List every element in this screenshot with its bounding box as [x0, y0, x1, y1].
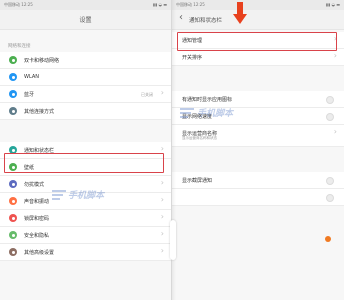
- toggle-switch[interactable]: [326, 96, 334, 104]
- section-label: 网络和连接: [8, 44, 31, 49]
- chevron-right-icon: ›: [160, 212, 164, 221]
- chevron-right-icon: ›: [333, 127, 337, 136]
- settings-item-label: 其他高级设置: [24, 250, 55, 256]
- chevron-right-icon: ›: [160, 144, 164, 153]
- chevron-right-icon: ›: [160, 195, 164, 204]
- menu-item-label: 有通知时显示应用图标: [182, 97, 233, 103]
- settings-item-bluetooth[interactable]: 蓝牙 已关闭 ›: [0, 86, 171, 103]
- back-arrow-icon[interactable]: ‹: [179, 13, 183, 23]
- more-connections-icon: [9, 107, 17, 115]
- title-bar: 设置: [0, 10, 171, 30]
- indicator-dot: [325, 236, 331, 242]
- chevron-right-icon: ›: [160, 246, 164, 255]
- wifi-icon: [9, 73, 17, 81]
- status-carrier: 中国移动 12:25: [4, 2, 33, 7]
- menu-item-label: 开关排序: [182, 55, 203, 61]
- chevron-right-icon: ›: [333, 51, 337, 60]
- menu-item-blank[interactable]: [172, 189, 344, 206]
- watermark-logo: [180, 108, 194, 120]
- arrow-down-icon: [233, 2, 247, 26]
- bluetooth-status: 已关闭: [141, 91, 153, 97]
- bluetooth-icon: [9, 90, 17, 98]
- sound-icon: [9, 197, 17, 205]
- status-icons: ▮▮ ◒ ▬: [152, 2, 167, 7]
- toggle-switch[interactable]: [326, 177, 334, 185]
- toggle-switch[interactable]: [326, 194, 334, 202]
- settings-item-label: 声音和振动: [24, 199, 50, 205]
- menu-item-carrier-name[interactable]: 显示运营商名称 显示运营商名称和状态 ›: [172, 125, 344, 147]
- security-icon: [9, 231, 17, 239]
- status-carrier: 中国移动 12:25: [176, 2, 205, 7]
- sim-card-icon: [9, 56, 17, 64]
- status-bar: 中国移动 12:25 ▮▮ ◒ ▬: [0, 0, 171, 10]
- chevron-right-icon: ›: [160, 88, 164, 97]
- advanced-settings-icon: [9, 248, 17, 256]
- chevron-right-icon: ›: [160, 229, 164, 238]
- title-bar: ‹ 通知和状态栏: [172, 10, 344, 30]
- menu-item-toggle-order[interactable]: 开关排序 ›: [172, 49, 344, 66]
- highlight-notifications-row: [4, 153, 164, 173]
- settings-item-other-connections[interactable]: 其他连接方式: [0, 103, 171, 120]
- settings-item-label: 勿扰模式: [24, 182, 45, 188]
- menu-item-screenshot-notification[interactable]: 显示截屏通知: [172, 172, 344, 189]
- chevron-right-icon: ›: [160, 178, 164, 187]
- lock-icon: [9, 214, 17, 222]
- settings-item-label: 锁屏和密码: [24, 216, 50, 222]
- settings-item-wlan[interactable]: WLAN: [0, 69, 171, 86]
- section-label: [172, 162, 344, 172]
- settings-item-advanced[interactable]: 其他高级设置 ›: [0, 244, 171, 261]
- status-bar: 中国移动 12:25 ▮▮ ◒ ▬: [172, 0, 344, 10]
- settings-screen: 中国移动 12:25 ▮▮ ◒ ▬ 设置 网络和连接 双卡和移动网络 WLAN …: [0, 0, 172, 300]
- settings-item-label: 蓝牙: [24, 92, 35, 98]
- settings-item-label: 安全和隐私: [24, 233, 50, 239]
- section-label: [172, 81, 344, 91]
- do-not-disturb-icon: [9, 180, 17, 188]
- settings-item-label: 其他连接方式: [24, 109, 55, 115]
- settings-item-label: 双卡和移动网络: [24, 58, 60, 64]
- menu-item-label: 显示截屏通知: [182, 178, 213, 184]
- page-curl: [170, 220, 176, 260]
- page-title: 通知和状态栏: [189, 18, 223, 24]
- settings-item-security[interactable]: 安全和隐私 ›: [0, 227, 171, 244]
- menu-item-sublabel: 显示运营商名称和状态: [182, 136, 217, 140]
- status-icons: ▮▮ ◒ ▬: [325, 2, 340, 7]
- settings-item-dual-sim[interactable]: 双卡和移动网络: [0, 52, 171, 69]
- page-title: 设置: [79, 17, 92, 24]
- watermark-logo: [52, 190, 66, 202]
- toggle-switch[interactable]: [326, 113, 334, 121]
- settings-item-label: WLAN: [24, 74, 40, 80]
- watermark-text: 手机脚本: [68, 191, 105, 201]
- settings-item-lockscreen[interactable]: 锁屏和密码 ›: [0, 210, 171, 227]
- watermark-text: 手机脚本: [197, 109, 234, 119]
- highlight-notification-management-row: [177, 32, 337, 51]
